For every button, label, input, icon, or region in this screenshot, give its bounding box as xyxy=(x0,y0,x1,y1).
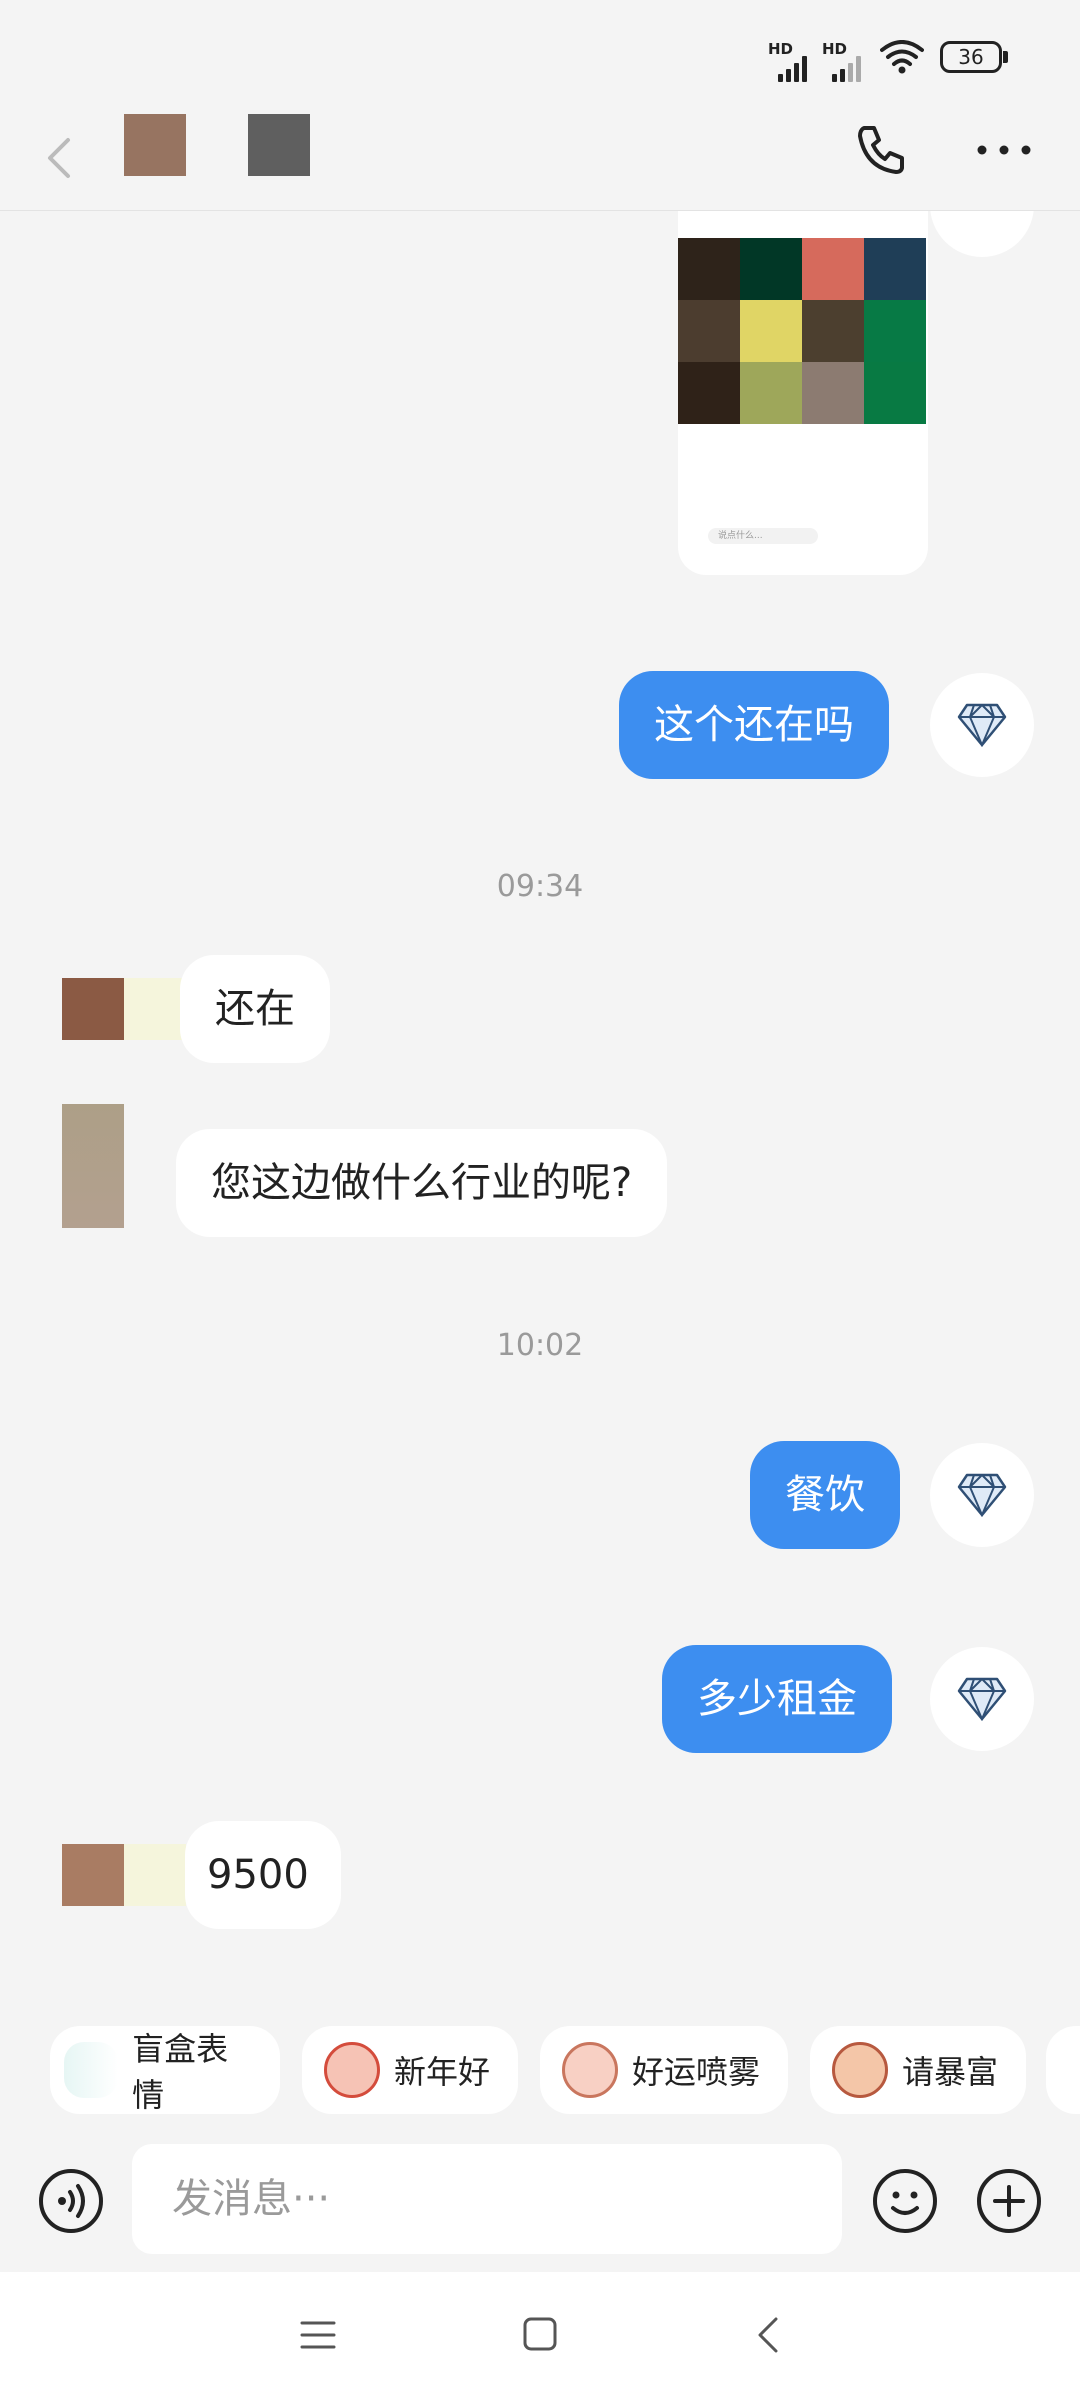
my-avatar[interactable] xyxy=(930,211,1034,257)
quick-sticker-bar: 盲盒表情 新年好 好运喷雾 请暴富 xyxy=(0,2010,1080,2130)
sticker-label: 好运喷雾 xyxy=(632,2053,761,2091)
sticker-blindbox-icon xyxy=(64,2042,119,2098)
home-icon[interactable] xyxy=(522,2316,558,2352)
sticker-luck-spray-icon xyxy=(562,2042,618,2098)
sticker-chip[interactable] xyxy=(1046,2026,1080,2114)
contact-avatar[interactable] xyxy=(62,978,124,1040)
voice-icon[interactable] xyxy=(38,2168,104,2234)
message-bubble-out[interactable]: 多少租金 xyxy=(662,1645,892,1753)
diamond-icon xyxy=(957,1677,1007,1721)
my-avatar[interactable] xyxy=(930,673,1034,777)
sticker-chip[interactable]: 盲盒表情 xyxy=(50,2026,280,2114)
composer-bar xyxy=(0,2130,1080,2270)
message-bubble-in[interactable]: 还在 xyxy=(180,955,330,1063)
message-bubble-out[interactable]: 餐饮 xyxy=(750,1441,900,1549)
contact-avatar[interactable] xyxy=(124,114,186,176)
shared-image-search-box: 说点什么... xyxy=(708,528,818,544)
timestamp: 10:02 xyxy=(496,1328,584,1363)
battery-level: 36 xyxy=(940,41,1002,73)
menu-icon[interactable] xyxy=(300,2320,336,2350)
contact-avatar-redaction xyxy=(124,978,186,1040)
message-bubble-in[interactable]: 您这边做什么行业的呢? xyxy=(176,1129,668,1237)
sticker-rich-icon xyxy=(832,2042,888,2098)
message-bubble-in[interactable]: 9500 xyxy=(185,1821,341,1929)
my-avatar[interactable] xyxy=(930,1647,1034,1751)
chevron-left-icon[interactable] xyxy=(44,136,74,180)
message-input[interactable] xyxy=(132,2144,842,2254)
chat-area: 说点什么... 这个还在吗 09:34 还在 您这边做什么行业的呢? 10:02… xyxy=(0,211,1080,2021)
sticker-label: 盲盒表情 xyxy=(132,2030,229,2114)
sticker-chip[interactable]: 好运喷雾 xyxy=(540,2026,788,2114)
shared-image-message[interactable]: 说点什么... xyxy=(678,211,928,575)
contact-name-redacted xyxy=(248,114,310,176)
chat-header xyxy=(0,100,1080,211)
diamond-icon xyxy=(957,703,1007,747)
wifi-icon xyxy=(880,40,924,74)
contact-avatar[interactable] xyxy=(62,1104,124,1228)
message-bubble-out[interactable]: 这个还在吗 xyxy=(619,671,889,779)
sticker-chip[interactable]: 请暴富 xyxy=(810,2026,1026,2114)
shared-image-thumbnail xyxy=(678,238,928,424)
diamond-icon xyxy=(957,1473,1007,1517)
emoji-icon[interactable] xyxy=(872,2168,938,2234)
status-bar: HD HD 36 xyxy=(0,0,1080,100)
sticker-label: 请暴富 xyxy=(902,2053,999,2091)
timestamp: 09:34 xyxy=(496,869,584,904)
back-icon[interactable] xyxy=(756,2316,780,2354)
system-nav-bar xyxy=(0,2272,1080,2400)
more-horizontal-icon[interactable] xyxy=(976,144,1032,156)
my-avatar[interactable] xyxy=(930,1443,1034,1547)
sticker-newyear-icon xyxy=(324,2042,380,2098)
contact-avatar[interactable] xyxy=(62,1844,124,1906)
plus-icon[interactable] xyxy=(976,2168,1042,2234)
battery-tip xyxy=(1003,51,1008,63)
phone-icon[interactable] xyxy=(854,122,908,176)
contact-avatar-redaction xyxy=(124,1844,186,1906)
sticker-label: 新年好 xyxy=(394,2053,491,2091)
sticker-chip[interactable]: 新年好 xyxy=(302,2026,518,2114)
